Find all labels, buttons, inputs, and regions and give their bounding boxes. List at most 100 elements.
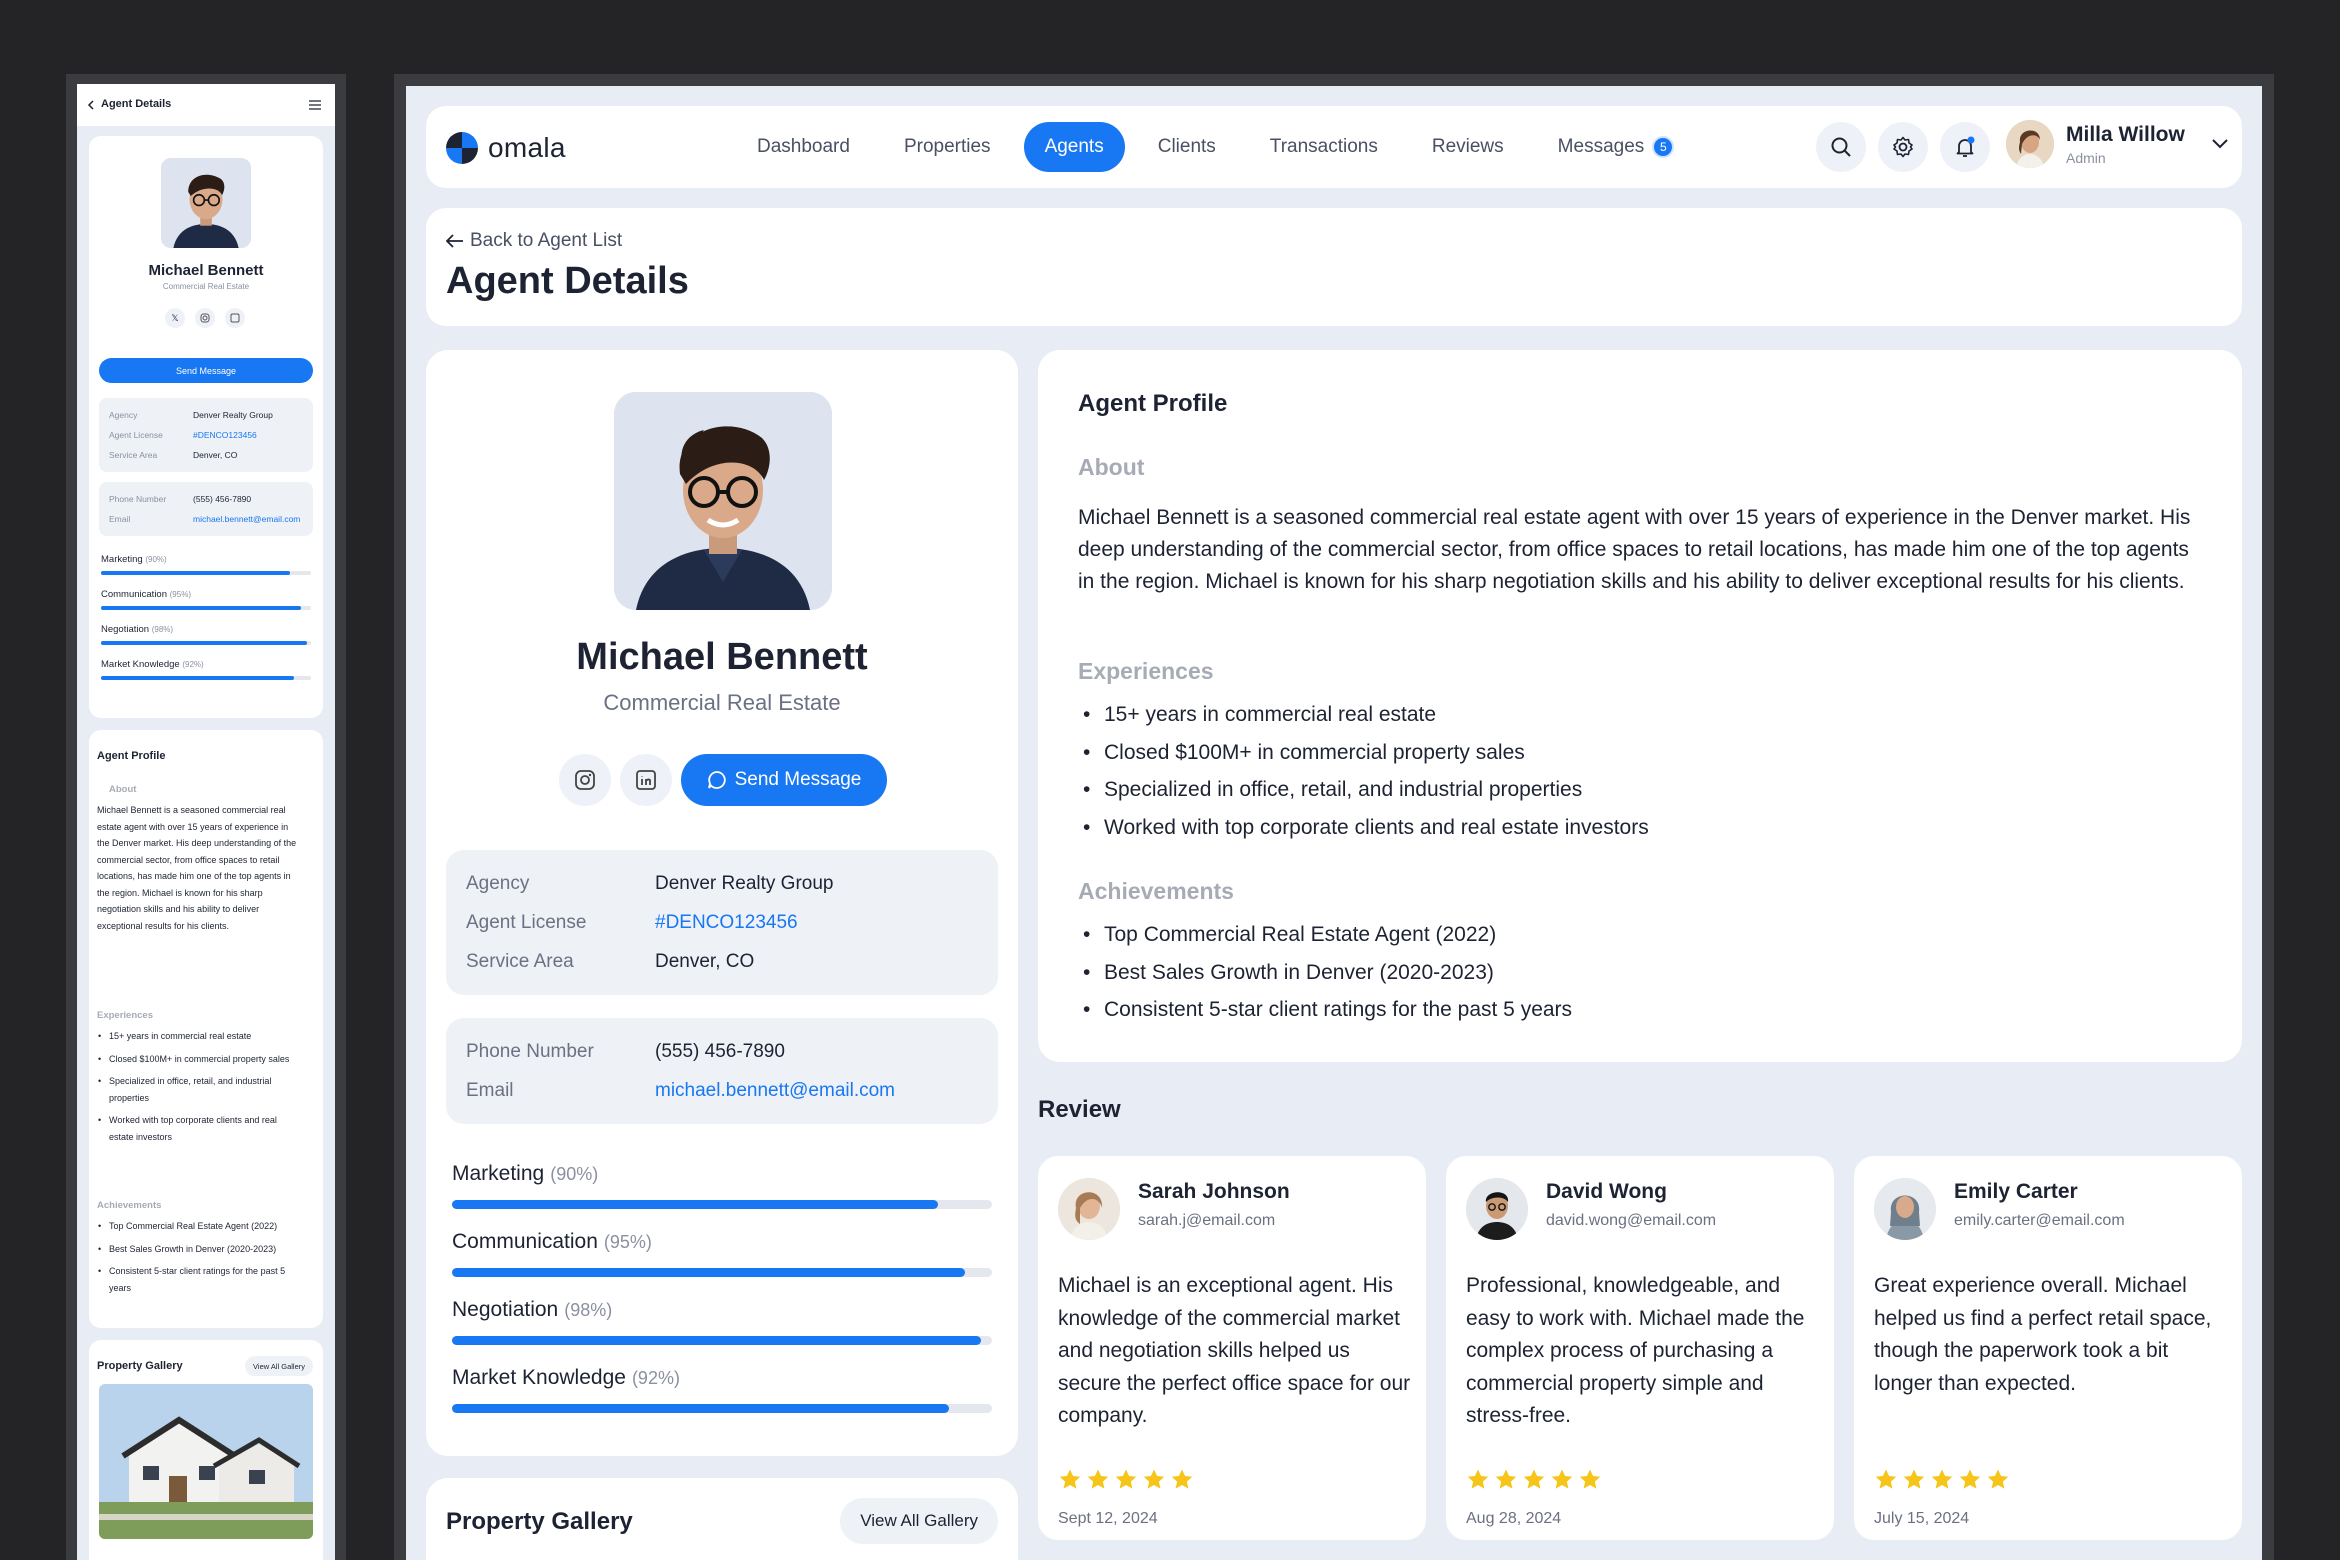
about-text: Michael Bennett is a seasoned commercial… xyxy=(1078,506,2191,593)
nav-label: Properties xyxy=(903,136,991,157)
star-icon xyxy=(1551,1469,1573,1489)
nav-label: Agents xyxy=(1044,136,1104,157)
mobile-detail-row: Agent License #DENCO123456 xyxy=(109,425,303,445)
skill-market-knowledge: Market Knowledge (92%) xyxy=(452,1366,992,1413)
instagram-icon[interactable] xyxy=(195,308,215,328)
mobile-title: Agent Details xyxy=(101,98,172,110)
mobile-skill-label: Market Knowledge xyxy=(101,659,180,670)
settings-button[interactable] xyxy=(1878,122,1928,172)
experiences-heading: Experiences xyxy=(1078,658,1214,684)
reviewer-email: sarah.j@email.com xyxy=(1138,1212,1276,1229)
star-rating xyxy=(1874,1468,2010,1492)
bell-icon xyxy=(1956,136,1975,157)
back-label: Back to Agent List xyxy=(470,230,623,251)
mobile-achievement-item: Top Commercial Real Estate Agent (2022) xyxy=(97,1218,297,1235)
nav-item-transactions[interactable]: Transactions xyxy=(1249,122,1399,172)
mobile-skill-pct: (90%) xyxy=(145,555,167,564)
phone-value: (555) 456-7890 xyxy=(655,1040,785,1062)
nav-label: Clients xyxy=(1157,136,1216,157)
instagram-button[interactable] xyxy=(559,754,611,806)
mobile-about-heading: About xyxy=(109,784,137,795)
mobile-skill-communication: Communication (95%) xyxy=(101,589,311,610)
reviewer-avatar xyxy=(1874,1178,1936,1240)
agent-profile-heading: Agent Profile xyxy=(1078,390,1228,417)
search-button[interactable] xyxy=(1816,122,1866,172)
x-icon[interactable]: 𝕏 xyxy=(165,308,185,328)
skill-progress-bar xyxy=(452,1200,938,1209)
send-message-label: Send Message xyxy=(734,769,862,790)
back-to-agent-list-link[interactable]: Back to Agent List xyxy=(446,230,622,252)
user-name: Milla Willow xyxy=(2066,122,2185,146)
mobile-skill-bar xyxy=(101,571,290,575)
mobile-about-text: Michael Bennett is a seasoned commercial… xyxy=(97,805,297,931)
mobile-detail-row: Agency Denver Realty Group xyxy=(109,405,303,425)
skill-label: Marketing xyxy=(452,1162,545,1185)
skill-progress-bar xyxy=(452,1404,949,1413)
notifications-button[interactable] xyxy=(1940,122,1990,172)
arrow-left-icon xyxy=(446,234,463,248)
nav-item-reviews[interactable]: Reviews xyxy=(1411,122,1525,172)
brand-logo[interactable]: omala xyxy=(446,132,566,164)
mobile-gallery-heading: Property Gallery xyxy=(97,1360,183,1372)
mobile-contact-label: Phone Number xyxy=(109,494,167,504)
star-icon xyxy=(1087,1469,1109,1489)
mobile-send-message-button[interactable]: Send Message xyxy=(99,358,313,383)
star-icon xyxy=(1875,1469,1897,1489)
user-menu[interactable]: Milla Willow Admin xyxy=(2006,120,2229,168)
skill-label: Negotiation xyxy=(452,1298,559,1321)
reviewer-name: Sarah Johnson xyxy=(1138,1180,1290,1203)
agent-contact-box: Phone Number (555) 456-7890 Email michael.… xyxy=(446,1018,998,1124)
menu-icon[interactable] xyxy=(309,100,321,110)
mobile-skill-pct: (95%) xyxy=(169,590,191,599)
detail-label: Agent License xyxy=(466,911,587,933)
achievement-item: Consistent 5-star client ratings for the… xyxy=(1078,991,1572,1029)
experience-item: Closed $100M+ in commercial property sal… xyxy=(1078,734,1649,772)
chevron-down-icon[interactable] xyxy=(2211,138,2229,150)
brand-name: omala xyxy=(488,132,566,163)
mobile-detail-label: Agent License xyxy=(109,430,163,440)
messages-count-badge: 5 xyxy=(1652,136,1675,158)
mobile-detail-value: Denver, CO xyxy=(193,450,238,460)
gear-icon xyxy=(1893,136,1913,158)
agent-license-link[interactable]: #DENCO123456 xyxy=(655,912,798,934)
mobile-email-link[interactable]: michael.bennett@email.com xyxy=(193,514,303,524)
review-date: Aug 28, 2024 xyxy=(1466,1510,1562,1527)
mobile-view-all-gallery-button[interactable]: View All Gallery xyxy=(245,1356,313,1376)
property-gallery-card: Property Gallery View All Gallery xyxy=(426,1478,1018,1560)
mobile-experience-item: Closed $100M+ in commercial property sal… xyxy=(97,1051,297,1068)
mobile-detail-row: Service Area Denver, CO xyxy=(109,445,303,465)
mobile-gallery-image[interactable] xyxy=(99,1384,313,1539)
chat-bubble-icon xyxy=(707,771,726,789)
star-icon xyxy=(1931,1469,1953,1489)
desktop-screen: omala Dashboard Properties Agents Client… xyxy=(406,86,2262,1560)
detail-label: Agency xyxy=(466,872,530,894)
mobile-achievements-list: Top Commercial Real Estate Agent (2022) … xyxy=(97,1218,297,1302)
send-message-button[interactable]: Send Message xyxy=(681,754,887,806)
back-arrow-icon[interactable] xyxy=(87,100,95,110)
nav-item-dashboard[interactable]: Dashboard xyxy=(736,122,871,172)
email-link[interactable]: michael.bennett@email.com xyxy=(655,1080,895,1102)
nav-item-clients[interactable]: Clients xyxy=(1137,122,1237,172)
mobile-topbar: Agent Details xyxy=(77,84,335,126)
achievements-list: Top Commercial Real Estate Agent (2022) … xyxy=(1078,916,1572,1029)
reviewer-avatar xyxy=(1466,1178,1528,1240)
reviewer-avatar xyxy=(1058,1178,1120,1240)
nav-item-agents[interactable]: Agents xyxy=(1023,122,1125,172)
star-icon xyxy=(1987,1469,2009,1489)
linkedin-button[interactable] xyxy=(620,754,672,806)
star-rating xyxy=(1058,1468,1194,1492)
linkedin-icon[interactable] xyxy=(225,308,245,328)
nav-item-messages[interactable]: Messages 5 xyxy=(1537,122,1696,172)
main-nav: Dashboard Properties Agents Clients Tran… xyxy=(736,122,1695,172)
star-icon xyxy=(1059,1469,1081,1489)
about-heading: About xyxy=(1078,454,1145,480)
mobile-detail-label: Agency xyxy=(109,410,138,420)
detail-row: Service Area Denver, CO xyxy=(466,942,978,981)
view-all-gallery-button[interactable]: View All Gallery xyxy=(840,1498,998,1544)
user-role: Admin xyxy=(2066,149,2106,166)
mobile-license-link[interactable]: #DENCO123456 xyxy=(193,430,257,440)
star-icon xyxy=(1959,1469,1981,1489)
search-icon xyxy=(1831,137,1851,157)
contact-row: Phone Number (555) 456-7890 xyxy=(466,1032,978,1071)
nav-item-properties[interactable]: Properties xyxy=(883,122,1012,172)
